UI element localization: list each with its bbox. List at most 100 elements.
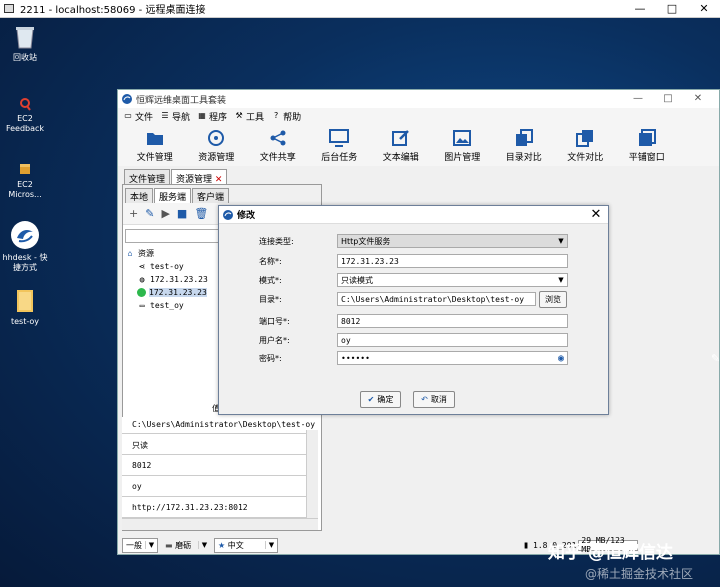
toolbar-file-compare[interactable]: 文件对比 — [555, 124, 617, 166]
app-maximize-button[interactable]: □ — [653, 90, 683, 108]
toolbar-dir-compare[interactable]: 目录对比 — [493, 124, 555, 166]
toolbar-text-editor[interactable]: 文本编辑 — [370, 124, 432, 166]
stop-icon[interactable]: ■ — [177, 207, 187, 220]
menu-label: 导航 — [172, 112, 191, 123]
monitor-icon: ▭ — [139, 300, 145, 310]
properties-table: 值 C:\Users\Administrator\Desktop\test-oy… — [122, 403, 315, 518]
key-select[interactable]: ▬ 磨砺 ▼ — [162, 538, 210, 553]
menu-program[interactable]: ▦ 程序 — [198, 110, 227, 123]
username-field[interactable]: oy — [337, 333, 568, 347]
table-row: http://172.31.23.23:8012 — [122, 497, 315, 518]
cancel-button[interactable]: ↶ 取消 — [413, 391, 455, 408]
field-value: oy — [341, 335, 351, 345]
desktop-icon-hhdesk[interactable]: hhdesk - 快 捷方式 — [0, 220, 55, 273]
app-close-button[interactable]: ✕ — [683, 90, 713, 108]
select-value: 一般 — [126, 540, 142, 550]
toolbar-label: 平铺窗口 — [628, 153, 665, 163]
app-logo-icon — [122, 94, 132, 104]
desktop-icon-label: 回收站 — [13, 53, 37, 62]
menu-tools[interactable]: ⚒ 工具 — [235, 110, 264, 123]
chevron-down-icon: ▼ — [265, 541, 277, 549]
field-value: C:\Users\Administrator\Desktop\test-oy — [341, 294, 525, 304]
field-value: 172.31.23.23 — [341, 256, 399, 266]
desktop-icon-ec2-micros[interactable]: EC2 Micros... — [0, 163, 55, 200]
maximize-button[interactable]: □ — [656, 0, 688, 18]
minimize-button[interactable]: — — [624, 0, 656, 18]
password-label: 密码*: — [259, 354, 282, 363]
browse-button[interactable]: 浏览 — [539, 291, 567, 308]
app-minimize-button[interactable]: — — [623, 90, 653, 108]
desktop-icon-label: test-oy — [10, 317, 40, 326]
edit-icon[interactable]: ✎ — [145, 207, 154, 220]
undo-icon: ↶ — [421, 395, 428, 404]
language-select[interactable]: ★ 中文 ▼ — [214, 537, 278, 553]
toolbar-image-manager[interactable]: 图片管理 — [432, 124, 494, 166]
port-field[interactable]: 8012 — [337, 314, 568, 328]
menu-label: 文件 — [135, 112, 154, 123]
directory-field[interactable]: C:\Users\Administrator\Desktop\test-oy — [337, 292, 536, 306]
status-online-icon — [137, 288, 146, 297]
toolbar-tile-windows[interactable]: 平铺窗口 — [616, 124, 678, 166]
tree-label: test-oy — [150, 262, 184, 271]
tab-local[interactable]: 本地 — [125, 188, 154, 203]
mode-label: 模式*: — [259, 276, 282, 285]
name-field[interactable]: 172.31.23.23 — [337, 254, 568, 268]
trash-icon[interactable]: ▮ — [523, 540, 529, 551]
hhdesk-shortcut-icon — [10, 220, 40, 250]
menu-label: 帮助 — [283, 112, 302, 123]
password-field[interactable]: •••••• ◉ — [337, 351, 568, 365]
vertical-scrollbar[interactable] — [306, 430, 318, 530]
desktop-icon-recycle-bin[interactable]: 回收站 — [0, 24, 55, 63]
table-row: C:\Users\Administrator\Desktop\test-oy — [122, 417, 315, 434]
table-row: oy — [122, 476, 315, 497]
tab-client[interactable]: 客户端 — [192, 188, 230, 203]
button-label: 取消 — [430, 395, 447, 404]
dialog-close-button[interactable]: ✕ — [588, 207, 604, 223]
type-label: 连接类型: — [259, 237, 294, 246]
desktop-icon-label: Feedback — [5, 124, 45, 133]
toolbar-file-share[interactable]: 文件共享 — [247, 124, 309, 166]
toolbar-file-manager[interactable]: 文件管理 — [124, 124, 186, 166]
share-icon — [247, 128, 309, 148]
select-value: 磨砺 — [175, 540, 192, 550]
close-button[interactable]: ✕ — [688, 0, 720, 18]
horizontal-scrollbar[interactable] — [122, 518, 318, 530]
dir-label: 目录*: — [259, 295, 282, 304]
eye-icon[interactable]: ◉ — [555, 353, 567, 364]
button-label: 确定 — [377, 395, 394, 404]
key-icon: ▬ — [165, 540, 173, 550]
menu-help[interactable]: ? 帮助 — [272, 110, 301, 123]
field-value: 8012 — [341, 316, 361, 326]
toolbar-background-tasks[interactable]: 后台任务 — [309, 124, 371, 166]
rdp-title-bar: 2211 - localhost:58069 - 远程桌面连接 — □ ✕ — [0, 0, 720, 18]
add-icon[interactable]: + — [129, 207, 138, 220]
tab-resource-manager[interactable]: 资源管理 ✕ — [171, 169, 228, 185]
list-icon: ☰ — [161, 111, 169, 120]
rdp-window-title: 2211 - localhost:58069 - 远程桌面连接 — [20, 5, 206, 16]
menu-file[interactable]: ▭ 文件 — [124, 110, 153, 123]
desktop-icon-test-oy[interactable]: test-oy — [0, 288, 55, 327]
menu-nav[interactable]: ☰ 导航 — [161, 110, 190, 123]
menu-label: 程序 — [209, 112, 228, 123]
mode-select[interactable]: 只读模式 ▼ — [337, 273, 568, 287]
port-label: 端口号*: — [259, 317, 290, 326]
tab-server[interactable]: 服务端 — [154, 188, 192, 203]
globe-icon: ◍ — [139, 274, 145, 284]
delete-icon[interactable]: 🗑 — [194, 207, 208, 220]
tab-label: 服务端 — [159, 193, 187, 203]
tab-file-manager[interactable]: 文件管理 — [124, 169, 171, 185]
share-icon: ⋖ — [138, 261, 146, 271]
toolbar-resource-manager[interactable]: 资源管理 — [186, 124, 248, 166]
toolbar-label: 文本编辑 — [382, 153, 419, 163]
play-icon[interactable]: ▶ — [161, 207, 169, 220]
mode-select[interactable]: 一般 ▼ — [122, 537, 158, 553]
button-label: 浏览 — [545, 295, 561, 304]
type-select[interactable]: Http文件服务 ▼ — [337, 234, 568, 248]
toolbar-label: 后台任务 — [321, 153, 358, 163]
tab-label: 本地 — [130, 193, 149, 203]
ok-button[interactable]: ✔ 确定 — [360, 391, 401, 408]
watermark-juejin: @稀土掘金技术社区 — [585, 567, 694, 581]
name-label: 名称*: — [259, 257, 282, 266]
desktop-icon-label: hhdesk - 快 — [2, 253, 48, 262]
desktop-icon-ec2-feedback[interactable]: EC2 Feedback — [0, 97, 55, 134]
